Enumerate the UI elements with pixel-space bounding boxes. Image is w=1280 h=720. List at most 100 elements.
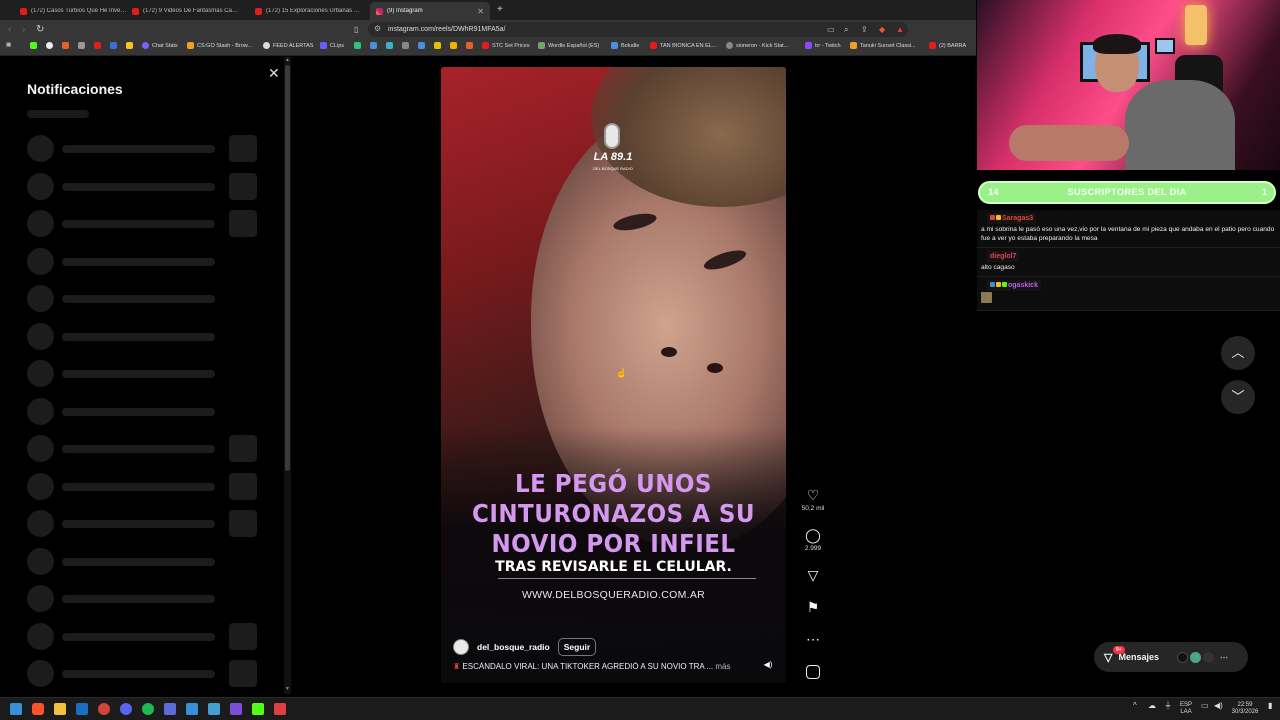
- tab-title: (172) 9 Videos De Fantasmas Captad...: [143, 8, 240, 14]
- scroll-down-icon[interactable]: ▼: [284, 686, 291, 692]
- apps-icon[interactable]: ▦: [6, 42, 11, 48]
- youtube-icon: [132, 7, 139, 15]
- bookmark-twitch[interactable]: trr - Twitch: [805, 42, 841, 49]
- language-indicator[interactable]: ESP LAA: [1180, 702, 1192, 716]
- app-icon[interactable]: [230, 703, 242, 715]
- new-tab-icon[interactable]: +: [497, 4, 503, 15]
- share-button[interactable]: ▽: [796, 567, 830, 583]
- audio-icon[interactable]: ◀): [762, 659, 774, 671]
- bookmark-sioneron[interactable]: sioneron - Kick Stat...: [726, 42, 788, 49]
- bookmark-icon[interactable]: [110, 42, 117, 49]
- skeleton-line: [62, 145, 215, 153]
- instagram-icon: [376, 7, 383, 15]
- bookmark-csgo-stash[interactable]: CS:GO Stash - Brow...: [187, 42, 252, 49]
- messages-button[interactable]: ▽ 9+ Mensajes ⋯: [1094, 642, 1248, 672]
- subs-title: SUSCRIPTORES DEL DIA: [1067, 187, 1187, 198]
- network-icon[interactable]: ▭: [1201, 702, 1209, 710]
- audio-thumbnail-icon: [806, 665, 820, 679]
- brave-icon[interactable]: [32, 703, 44, 715]
- close-icon[interactable]: ✕: [268, 65, 280, 82]
- app-icon[interactable]: [274, 703, 286, 715]
- skeleton-thumb: [229, 660, 257, 687]
- skeleton-line: [62, 370, 215, 378]
- bookmark-feed-alertas[interactable]: FEED ALERTAS: [263, 42, 313, 49]
- browser-tab[interactable]: (172) 9 Videos De Fantasmas Captad...: [126, 2, 246, 20]
- bookmark-icon[interactable]: [126, 42, 133, 49]
- more-link[interactable]: más: [715, 662, 730, 671]
- skeleton-avatar: [27, 547, 54, 575]
- logo-subtext: DEL BOSQUE RADIO: [593, 166, 633, 171]
- discord-icon[interactable]: [120, 703, 132, 715]
- spotify-icon[interactable]: [142, 703, 154, 715]
- save-button[interactable]: ⚑: [796, 599, 830, 615]
- next-reel-button[interactable]: ﹀: [1221, 380, 1255, 414]
- volume-icon[interactable]: ◀): [1214, 702, 1223, 710]
- scrollbar[interactable]: ▲ ▼: [284, 57, 291, 694]
- notification-icon[interactable]: ▮: [1268, 702, 1272, 710]
- site-info-icon[interactable]: ⚙: [374, 24, 381, 33]
- scrollbar-thumb[interactable]: [285, 65, 290, 471]
- comment-button[interactable]: ◯ 2.999: [796, 527, 830, 552]
- reload-icon[interactable]: ↻: [36, 23, 44, 36]
- microphone-icon[interactable]: ⏚: [1164, 702, 1172, 710]
- kick-icon[interactable]: [252, 703, 264, 715]
- skeleton-thumb: [229, 210, 257, 237]
- bookmark-icon[interactable]: [94, 42, 101, 49]
- bookmark-stc-set-prices[interactable]: STC Set Prices: [482, 42, 530, 49]
- bookmark-icon[interactable]: [466, 42, 473, 49]
- like-button[interactable]: ♡ 50,2 mil: [796, 487, 830, 512]
- screen-icon[interactable]: ▭: [827, 23, 835, 36]
- browser-tab[interactable]: (172) Casos Turbios Que He Investig...: [14, 2, 134, 20]
- bookmark-tan-bionica[interactable]: TAN BIONICA EN EL...: [650, 42, 716, 49]
- app-icon[interactable]: [186, 703, 198, 715]
- reel-caption[interactable]: ♜ ESCÁNDALO VIRAL: UNA TIKTOKER AGREDIÓ …: [453, 662, 753, 671]
- back-icon[interactable]: ‹: [8, 23, 11, 36]
- bookmark-icon[interactable]: ▯: [354, 23, 358, 36]
- bookmark-wordle[interactable]: Wordle Español (ES): [538, 42, 599, 49]
- bookmark-icon[interactable]: [62, 42, 69, 49]
- file-explorer-icon[interactable]: [54, 703, 66, 715]
- bookmark-icon-kick[interactable]: [30, 42, 37, 49]
- browser-tab-active[interactable]: (9) Instagram ✕: [370, 2, 490, 20]
- bookmark-clips[interactable]: CLips: [320, 42, 344, 49]
- bookmark-boludle[interactable]: Boludle: [611, 42, 639, 49]
- close-tab-icon[interactable]: ✕: [477, 7, 484, 16]
- bookmark-icon[interactable]: [386, 42, 393, 49]
- like-count: 50,2 mil: [801, 505, 825, 512]
- brave-shield-icon[interactable]: ◆: [879, 23, 885, 36]
- tray-icon[interactable]: ☁: [1148, 702, 1156, 710]
- bookmarks-bar: ▦ Chat Stats CS:GO Stash - Brow... FEED …: [0, 39, 976, 56]
- reel-video[interactable]: LA 89.1 DEL BOSQUE RADIO LE PEGÓ UNOS CI…: [441, 67, 786, 683]
- bookmark-tanuki[interactable]: Tanuki Sunset Classi...: [850, 42, 916, 49]
- clock[interactable]: 22:59 30/3/2026: [1229, 702, 1261, 716]
- bookmark-icon[interactable]: [450, 42, 457, 49]
- bookmark-icon[interactable]: [354, 42, 361, 49]
- bookmark-chat-stats[interactable]: Chat Stats: [142, 42, 178, 49]
- tray-chevron-icon[interactable]: ^: [1133, 702, 1137, 710]
- app-icon[interactable]: [208, 703, 220, 715]
- zoom-icon[interactable]: ⌕: [844, 23, 848, 36]
- scroll-up-icon[interactable]: ▲: [284, 57, 291, 63]
- bookmark-icon[interactable]: [402, 42, 409, 49]
- browser-tab[interactable]: (172) 15 Exploraciones Urbanas Que...: [249, 2, 369, 20]
- rewards-icon[interactable]: ▲: [896, 23, 904, 36]
- audio-track-button[interactable]: [796, 665, 830, 684]
- app-icon[interactable]: [164, 703, 176, 715]
- bookmark-icon[interactable]: [46, 42, 53, 49]
- forward-icon[interactable]: ›: [22, 23, 25, 36]
- bookmark-icon[interactable]: [418, 42, 425, 49]
- more-options-button[interactable]: ⋯: [796, 631, 830, 647]
- windows-start-icon[interactable]: [10, 703, 22, 715]
- bookmark-icon[interactable]: [78, 42, 85, 49]
- bookmark-icon[interactable]: [370, 42, 377, 49]
- follow-button[interactable]: Seguir: [557, 638, 597, 656]
- username-link[interactable]: del_bosque_radio: [477, 642, 550, 652]
- bookmark-icon[interactable]: [434, 42, 441, 49]
- steam-icon[interactable]: [76, 703, 88, 715]
- previous-reel-button[interactable]: ︿: [1221, 336, 1255, 370]
- avatar[interactable]: [453, 639, 469, 655]
- bookmark-barra[interactable]: (2) BARRA: [929, 42, 966, 49]
- share-icon[interactable]: ⇪: [861, 23, 868, 36]
- chrome-icon[interactable]: [98, 703, 110, 715]
- skeleton-row: [27, 135, 257, 163]
